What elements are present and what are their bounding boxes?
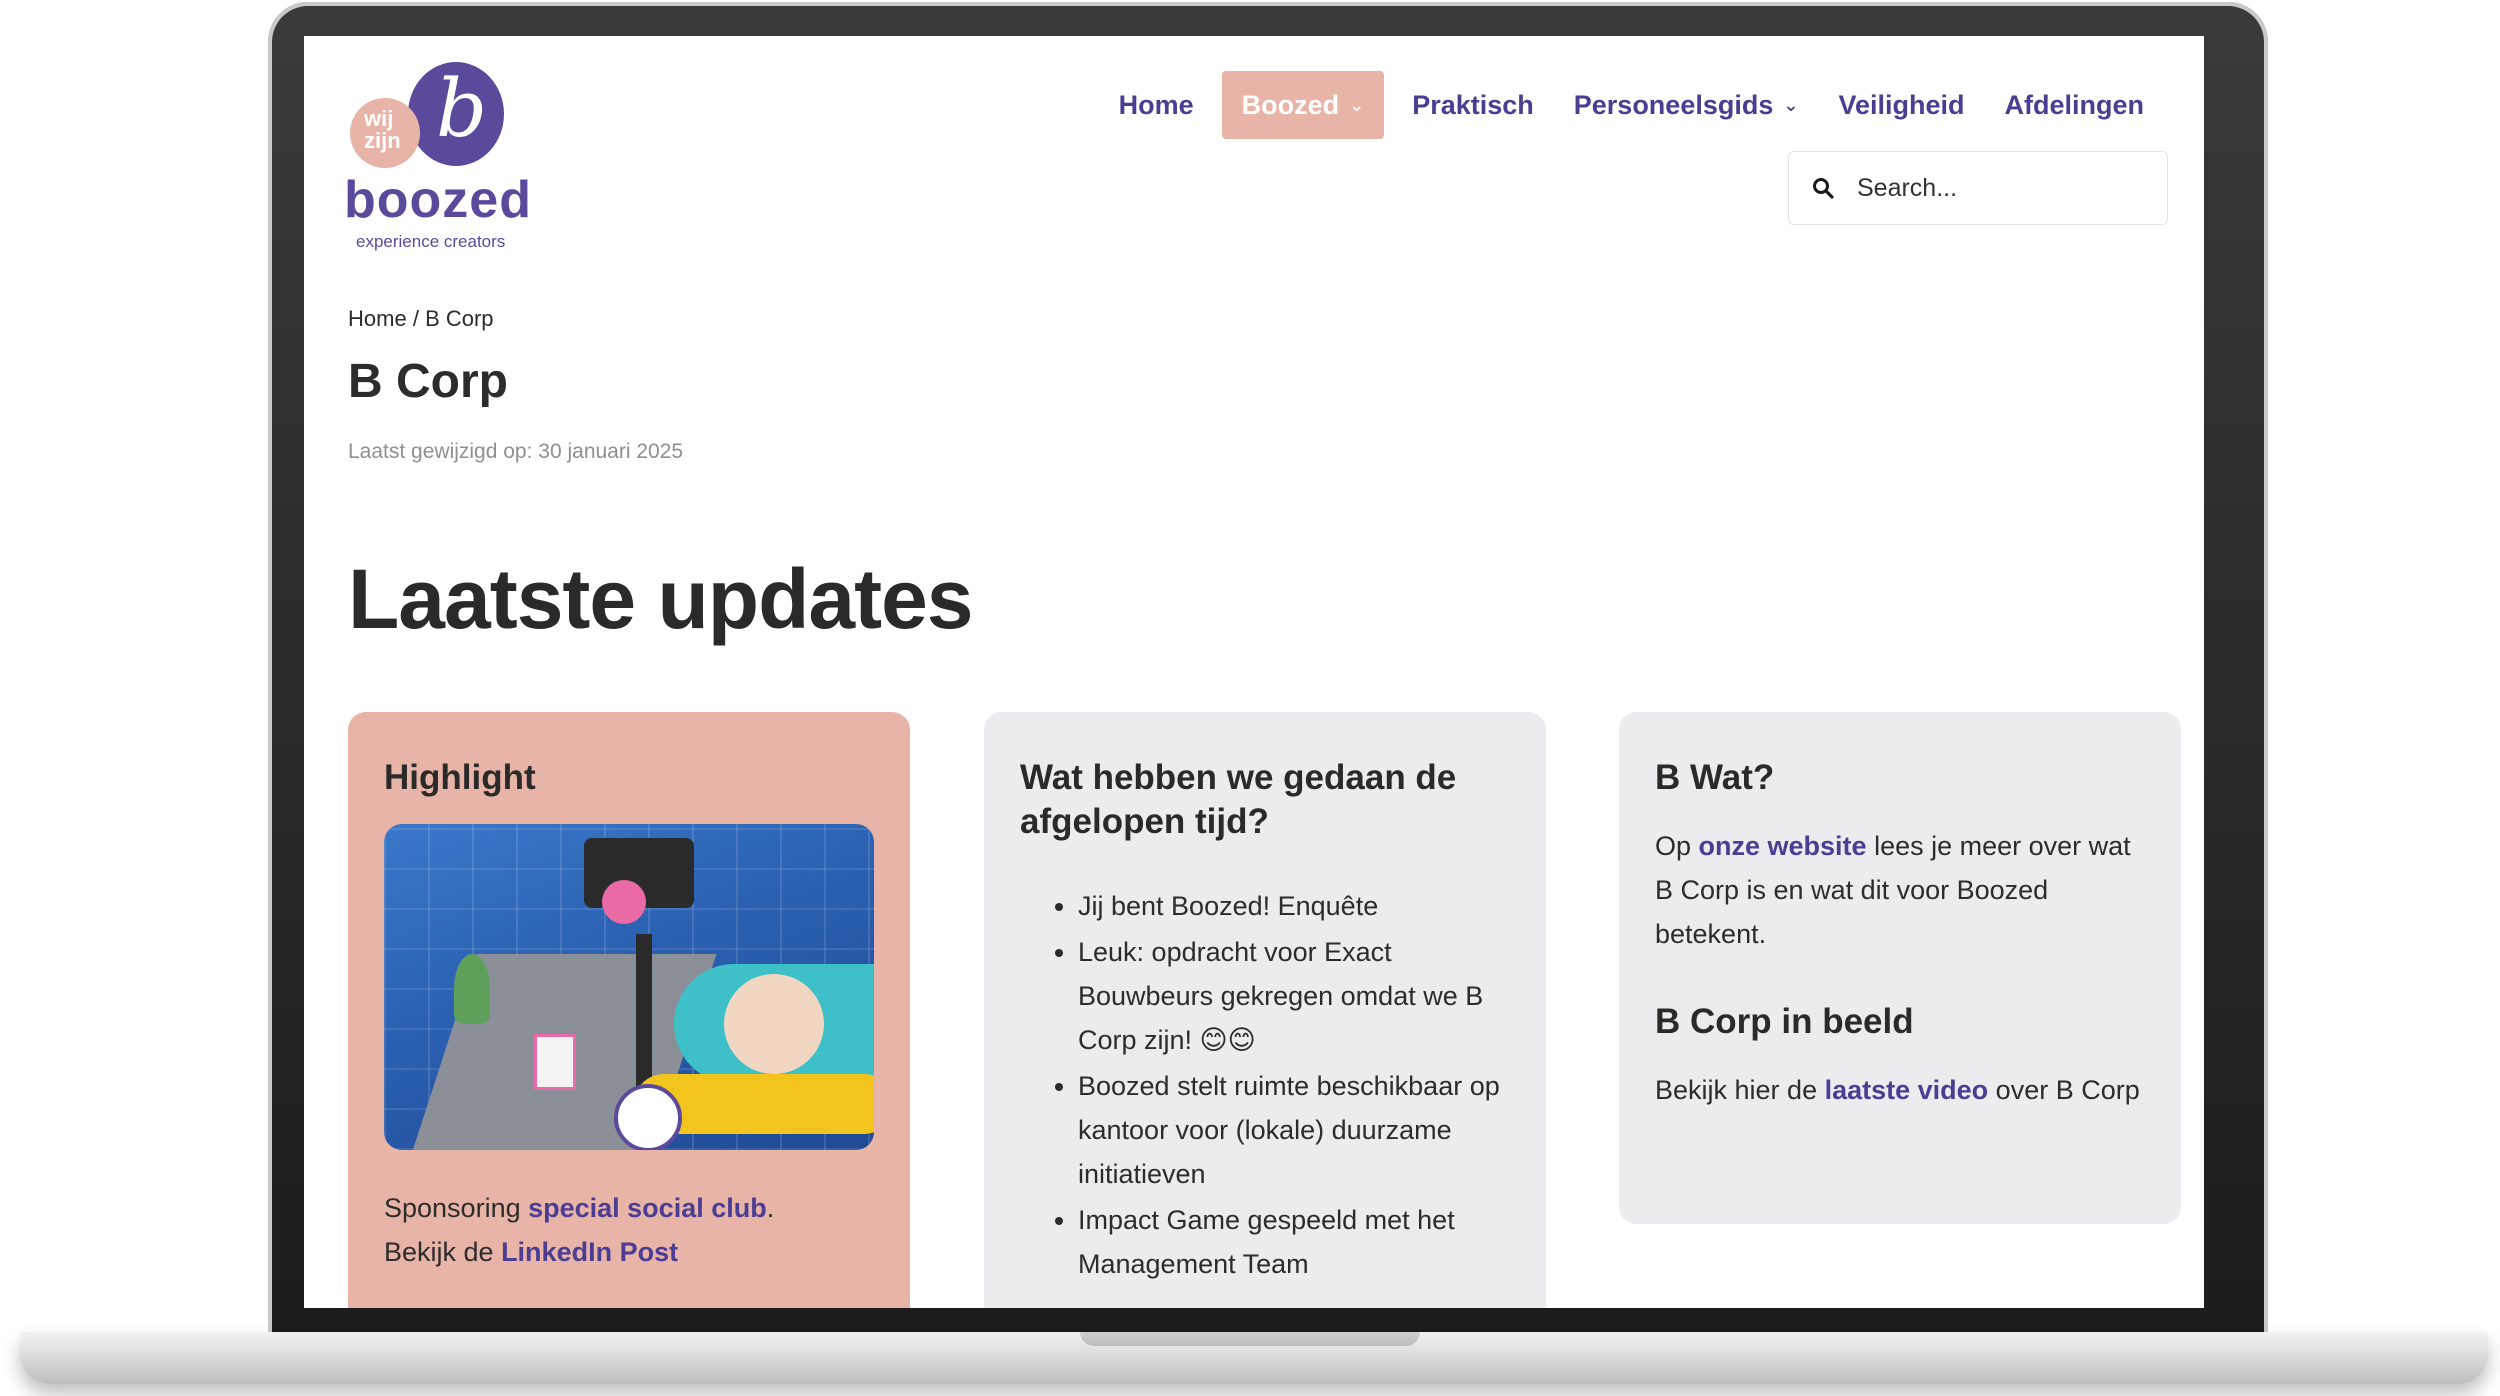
b-wat-text-before: Op: [1655, 831, 1699, 861]
main-nav: Home Boozed ⌄ Praktisch Personeelsgids ⌄ V…: [1099, 71, 2164, 139]
b-corp-in-beeld-title: B Corp in beeld: [1655, 1002, 1914, 1041]
highlight-photo[interactable]: [384, 824, 874, 1150]
search-icon: [1813, 178, 1834, 199]
last-modified: Laatst gewijzigd op: 30 januari 2025: [348, 440, 684, 463]
nav-boozed-label: Boozed: [1241, 89, 1340, 120]
boozed-logo[interactable]: wij zijn b boozed experience creators: [344, 62, 554, 252]
page-title: B Corp: [348, 355, 508, 408]
special-social-club-link[interactable]: special social club: [528, 1193, 767, 1223]
highlight-text-mid: .: [766, 1193, 775, 1223]
section-title: Laatste updates: [348, 552, 974, 646]
chevron-down-icon: ⌄: [1783, 94, 1799, 115]
nav-personeelsgids-label: Personeelsgids: [1573, 89, 1774, 120]
onze-website-link[interactable]: onze website: [1699, 831, 1867, 861]
breadcrumb-home[interactable]: Home: [348, 306, 407, 331]
b-corp-text-before: Bekijk hier de: [1655, 1075, 1825, 1105]
nav-praktisch[interactable]: Praktisch: [1392, 71, 1554, 139]
photo-pink-logo: [602, 880, 646, 924]
highlight-text-line2: Bekijk de: [384, 1237, 502, 1267]
b-corp-in-beeld-text: Bekijk hier de laatste video over B Corp: [1655, 1068, 2145, 1112]
laptop-base: [20, 1332, 2488, 1384]
search-box[interactable]: [1788, 151, 2168, 225]
b-corp-text-after: over B Corp: [1988, 1075, 2140, 1105]
list-item: Leuk: opdracht voor Exact Bouwbeurs gekr…: [1078, 930, 1510, 1062]
highlight-card: Highlight Sponsoring special social club…: [348, 712, 910, 1308]
nav-boozed[interactable]: Boozed ⌄: [1221, 71, 1385, 139]
nav-personeelsgids[interactable]: Personeelsgids ⌄: [1554, 71, 1819, 139]
breadcrumb: Home / B Corp: [348, 306, 494, 332]
nav-afdelingen-label: Afdelingen: [2004, 89, 2145, 120]
highlight-text: Sponsoring special social club. Bekijk d…: [384, 1186, 874, 1274]
list-item: Jij bent Boozed! Enquête: [1078, 884, 1510, 928]
nav-veiligheid[interactable]: Veiligheid: [1818, 71, 1984, 139]
nav-home-label: Home: [1118, 89, 1194, 120]
b-wat-card: B Wat? Op onze website lees je meer over…: [1619, 712, 2181, 1224]
nav-praktisch-label: Praktisch: [1412, 89, 1534, 120]
logo-wordmark: boozed: [344, 171, 532, 229]
updates-title: Wat hebben we gedaan de afgelopen tijd?: [1020, 758, 1457, 841]
photo-plant: [454, 954, 490, 1024]
search-input[interactable]: [1855, 172, 2159, 204]
photo-qr-sign: [534, 1034, 576, 1090]
breadcrumb-separator: /: [412, 306, 419, 331]
logo-wij-zijn: wij zijn: [364, 106, 401, 153]
linkedin-post-link[interactable]: LinkedIn Post: [501, 1237, 678, 1267]
highlight-text-before: Sponsoring: [384, 1193, 529, 1223]
nav-veiligheid-label: Veiligheid: [1838, 89, 1965, 120]
logo-b-mark: b: [436, 62, 488, 155]
breadcrumb-current: B Corp: [425, 306, 494, 331]
logo-tagline: experience creators: [356, 232, 506, 251]
b-wat-title: B Wat?: [1655, 758, 1775, 797]
browser-screen: wij zijn b boozed experience creators Ho…: [304, 36, 2204, 1308]
photo-boozed-badge: [614, 1084, 682, 1150]
list-item: Impact Game gespeeld met het Management …: [1078, 1198, 1510, 1286]
updates-card: Wat hebben we gedaan de afgelopen tijd? …: [984, 712, 1546, 1308]
b-wat-text: Op onze website lees je meer over wat B …: [1655, 824, 2145, 956]
photo-people: [724, 974, 824, 1074]
chevron-down-icon: ⌄: [1349, 94, 1365, 115]
nav-afdelingen[interactable]: Afdelingen: [1985, 71, 2165, 139]
nav-home[interactable]: Home: [1099, 71, 1214, 139]
highlight-title: Highlight: [384, 758, 536, 797]
laptop-notch: [1080, 1332, 1420, 1346]
list-item: Boozed stelt ruimte beschikbaar op kanto…: [1078, 1064, 1510, 1196]
laatste-video-link[interactable]: laatste video: [1825, 1075, 1989, 1105]
laptop-lid: wij zijn b boozed experience creators Ho…: [268, 2, 2268, 1338]
updates-list: Jij bent Boozed! Enquête Leuk: opdracht …: [1020, 884, 1510, 1286]
